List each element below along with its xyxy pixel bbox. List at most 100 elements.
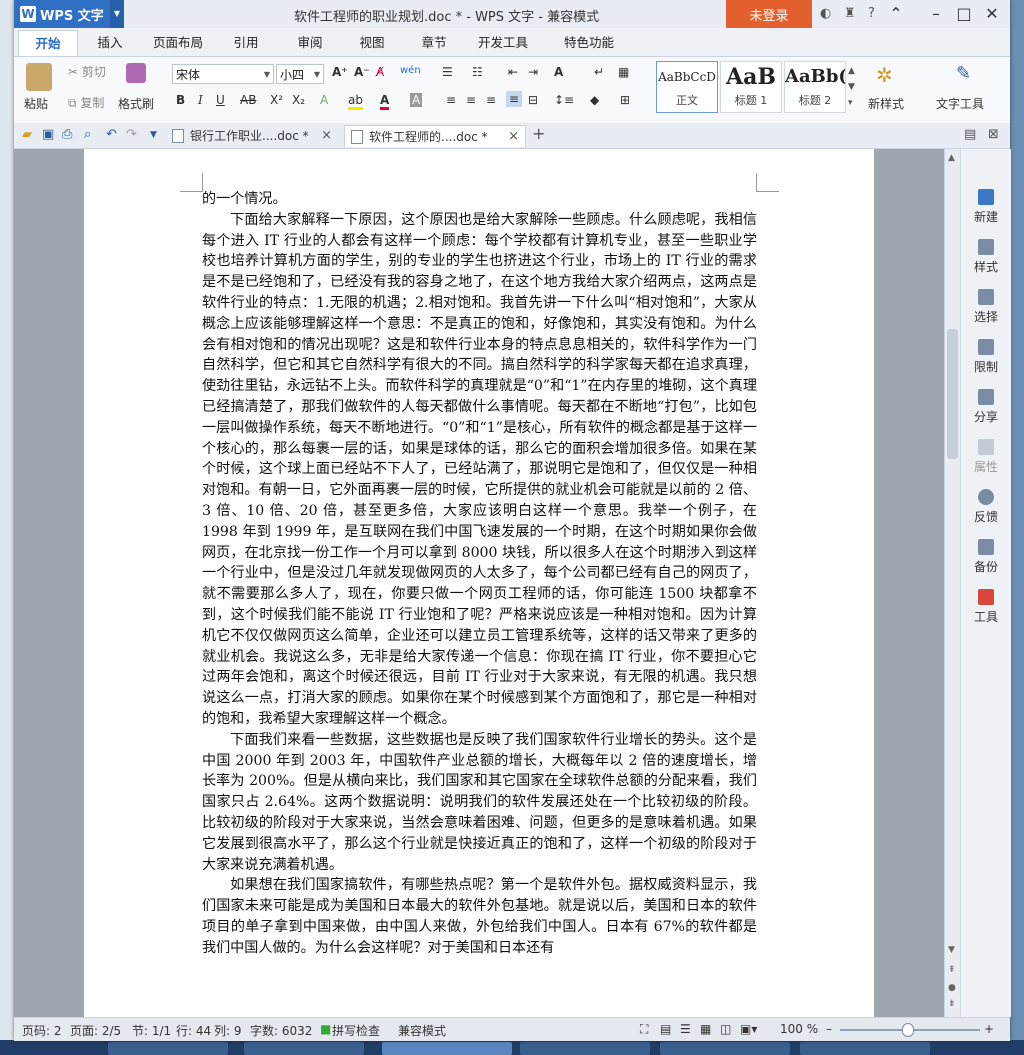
taskbar-button[interactable] — [520, 1042, 650, 1055]
text-tools-button[interactable]: 文字工具 — [936, 95, 984, 112]
phonetic-icon[interactable]: wén — [400, 65, 421, 76]
collapse-ribbon-icon[interactable]: ⌃ — [882, 3, 910, 25]
status-word-count[interactable]: 字数: 6032 — [250, 1022, 312, 1039]
tab-chapter[interactable]: 章节 — [410, 30, 458, 56]
close-button[interactable]: ✕ — [978, 3, 1006, 25]
scrollbar-thumb[interactable] — [947, 329, 958, 459]
login-button[interactable]: 未登录 — [726, 0, 812, 28]
format-painter-icon[interactable] — [126, 63, 146, 83]
paragraph-mark-icon[interactable]: ↵ — [594, 65, 604, 79]
open-folder-icon[interactable]: ▰ — [22, 127, 32, 142]
view-read-icon[interactable]: ◫ — [720, 1022, 731, 1036]
align-justify-icon[interactable]: ≡ — [506, 91, 523, 107]
tab-insert[interactable]: 插入 — [86, 30, 134, 56]
distributed-icon[interactable]: ⊟ — [528, 93, 538, 107]
text-tools-icon[interactable]: ✎ — [956, 63, 971, 84]
paragraph[interactable]: 下面我们来看一些数据，这些数据也是反映了我们国家软件行业增长的势头。这个是中国 … — [202, 730, 757, 876]
status-pages[interactable]: 页面: 2/5 — [70, 1022, 121, 1039]
border-icon[interactable]: ⊞ — [620, 93, 630, 107]
redo-icon[interactable]: ↷ — [126, 127, 137, 142]
view-web-icon[interactable]: ▦ — [700, 1022, 711, 1036]
underline-icon[interactable]: U — [216, 93, 225, 107]
strikethrough-icon[interactable]: AB — [240, 93, 256, 107]
char-shading-icon[interactable]: A — [410, 93, 423, 107]
tab-list-icon[interactable]: ▤ — [964, 127, 976, 142]
format-painter-button[interactable]: 格式刷 — [118, 95, 154, 112]
table-icon[interactable]: ▦ — [618, 65, 629, 79]
wps-app-menu[interactable]: W WPS 文字 ▼ — [14, 0, 124, 28]
paragraph[interactable]: 如果想在我们国家搞软件，有哪些热点呢？第一个是软件外包。据权威资料显示，我们国家… — [202, 875, 757, 958]
char-scale-icon[interactable]: A — [554, 65, 563, 79]
paste-icon[interactable] — [26, 63, 52, 91]
zoom-value[interactable]: 100 % — [780, 1022, 818, 1036]
zoom-slider-handle[interactable] — [902, 1023, 914, 1037]
tab-developer[interactable]: 开发工具 — [472, 30, 534, 56]
paragraph[interactable]: 的一个情况。 — [202, 189, 757, 210]
document-page[interactable]: 的一个情况。 下面给大家解释一下原因，这个原因也是给大家解除一些顾虑。什么顾虑呢… — [84, 149, 874, 1017]
paste-button[interactable]: 粘贴 — [24, 95, 48, 112]
highlight-icon[interactable]: ab — [348, 93, 363, 110]
pane-select-button[interactable]: 选择 — [961, 289, 1011, 325]
shirt-icon[interactable]: ♜ — [844, 6, 856, 21]
font-family-select[interactable]: 宋体 ▼ — [172, 64, 274, 84]
taskbar-button[interactable] — [800, 1042, 930, 1055]
vertical-scrollbar[interactable]: ▲ ▼ ⇞ ● ⇟ — [944, 149, 961, 1017]
document-body[interactable]: 的一个情况。 下面给大家解释一下原因，这个原因也是给大家解除一些顾虑。什么顾虑呢… — [202, 189, 757, 958]
status-spellcheck[interactable]: 拼写检查 — [332, 1022, 380, 1039]
line-spacing-icon[interactable]: ↕≡ — [554, 93, 574, 107]
prev-page-icon[interactable]: ⇞ — [948, 965, 956, 975]
view-outline-icon[interactable]: ☰ — [680, 1022, 691, 1036]
grow-font-icon[interactable]: A⁺ — [332, 65, 348, 79]
taskbar-button[interactable] — [244, 1042, 364, 1055]
close-all-icon[interactable]: ⊠ — [988, 127, 999, 142]
bullet-list-icon[interactable]: ☰ — [442, 65, 453, 79]
pane-style-button[interactable]: 样式 — [961, 239, 1011, 275]
pane-feedback-button[interactable]: 反馈 — [961, 489, 1011, 525]
help-icon[interactable]: ? — [868, 6, 875, 21]
undo-icon[interactable]: ↶ — [106, 127, 117, 142]
skin-icon[interactable]: ◐ — [820, 6, 831, 21]
align-right-icon[interactable]: ≡ — [486, 93, 496, 107]
print-icon[interactable]: ⎙ — [62, 127, 72, 142]
next-page-icon[interactable]: ⇟ — [948, 999, 956, 1009]
maximize-button[interactable]: □ — [950, 3, 978, 25]
superscript-icon[interactable]: X² — [270, 93, 283, 107]
close-icon[interactable]: × — [321, 125, 332, 147]
font-size-select[interactable]: 小四 ▼ — [276, 64, 324, 84]
pane-tools-button[interactable]: 工具 — [961, 589, 1011, 625]
pane-properties-button[interactable]: 属性 — [961, 439, 1011, 475]
tab-review[interactable]: 审阅 — [286, 30, 334, 56]
zoom-out-icon[interactable]: – — [826, 1022, 832, 1036]
select-browse-icon[interactable]: ● — [948, 983, 956, 993]
chevron-down-icon[interactable]: ▼ — [150, 130, 157, 140]
zoom-in-icon[interactable]: + — [984, 1022, 994, 1036]
clear-format-icon[interactable]: A̸ — [376, 65, 384, 79]
pane-new-button[interactable]: 新建 — [961, 189, 1011, 225]
tab-page-layout[interactable]: 页面布局 — [146, 30, 210, 56]
pane-restrict-button[interactable]: 限制 — [961, 339, 1011, 375]
tab-view[interactable]: 视图 — [348, 30, 396, 56]
view-full-icon[interactable]: ⛶ — [640, 1022, 648, 1037]
tab-references[interactable]: 引用 — [222, 30, 270, 56]
decrease-indent-icon[interactable]: ⇤ — [508, 65, 518, 79]
view-page-icon[interactable]: ▤ — [660, 1022, 671, 1036]
text-effect-icon[interactable]: A — [320, 93, 328, 107]
styles-scroll[interactable]: ▲ ▼ ▾ — [848, 63, 855, 111]
cut-button[interactable]: ✂ 剪切 — [68, 63, 106, 80]
save-icon[interactable]: ▣ — [42, 127, 54, 142]
align-center-icon[interactable]: ≡ — [466, 93, 476, 107]
tab-special[interactable]: 特色功能 — [546, 30, 632, 56]
chevron-down-icon[interactable]: ▼ — [110, 0, 124, 28]
new-style-button[interactable]: 新样式 — [868, 95, 904, 112]
tab-home[interactable]: 开始 — [18, 30, 78, 57]
pane-backup-button[interactable]: 备份 — [961, 539, 1011, 575]
style-heading-2[interactable]: AaBb(标题 2 — [784, 61, 846, 113]
pane-share-button[interactable]: 分享 — [961, 389, 1011, 425]
align-left-icon[interactable]: ≡ — [446, 93, 456, 107]
copy-button[interactable]: ⧉ 复制 — [68, 94, 104, 111]
print-preview-icon[interactable]: ⌕ — [84, 127, 91, 142]
minimize-button[interactable]: – — [922, 3, 950, 25]
scroll-down-icon[interactable]: ▼ — [948, 945, 955, 955]
new-style-icon[interactable]: ✲ — [876, 63, 893, 87]
font-color-icon[interactable]: A — [380, 93, 390, 110]
